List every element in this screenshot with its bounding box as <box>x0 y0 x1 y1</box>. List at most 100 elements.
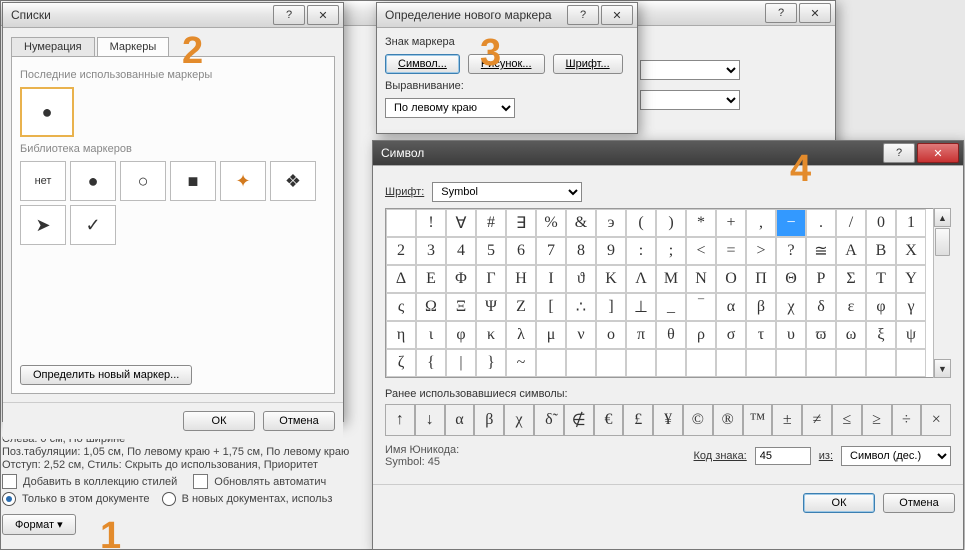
symbol-cell[interactable]: o <box>596 321 626 349</box>
auto-update-checkbox[interactable] <box>193 474 208 489</box>
symbol-cell[interactable]: ) <box>656 209 686 237</box>
recent-symbol-cell[interactable]: © <box>683 404 713 436</box>
symbol-cell[interactable]: э <box>596 209 626 237</box>
scroll-down-icon[interactable]: ▼ <box>934 359 951 378</box>
symbol-grid[interactable]: !∀#∃%&э()*+,−./0123456789:;<=>?≅ABXΔEΦΓH… <box>385 208 951 378</box>
symbol-cell[interactable]: Ω <box>416 293 446 321</box>
symbol-cell[interactable]: Δ <box>386 265 416 293</box>
symbol-cell[interactable]: [ <box>536 293 566 321</box>
close-icon[interactable]: ✕ <box>307 5 339 25</box>
symbol-cell[interactable]: φ <box>866 293 896 321</box>
bullet-circle[interactable]: ○ <box>120 161 166 201</box>
help-icon[interactable]: ? <box>567 5 599 25</box>
bullet-check[interactable]: ✓ <box>70 205 116 245</box>
symbol-cell[interactable]: β <box>746 293 776 321</box>
symbol-cell[interactable]: κ <box>476 321 506 349</box>
font-select[interactable]: Symbol <box>432 182 582 202</box>
symbol-cell[interactable]: ζ <box>386 349 416 377</box>
symbol-cell[interactable] <box>806 349 836 377</box>
symbol-cell[interactable] <box>836 349 866 377</box>
bg-select-2[interactable] <box>640 90 740 110</box>
symbol-cell[interactable] <box>866 349 896 377</box>
symbol-cell[interactable]: ? <box>776 237 806 265</box>
symbol-cell[interactable] <box>386 209 416 237</box>
symbol-cell[interactable]: ( <box>626 209 656 237</box>
symbol-cell[interactable]: Z <box>506 293 536 321</box>
recent-symbol-cell[interactable]: ∉ <box>564 404 594 436</box>
tab-bullets[interactable]: Маркеры <box>97 37 170 57</box>
bullet-none[interactable]: нет <box>20 161 66 201</box>
symbol-cell[interactable]: 9 <box>596 237 626 265</box>
symbol-cell[interactable]: Σ <box>836 265 866 293</box>
recent-symbol-cell[interactable]: £ <box>623 404 653 436</box>
ok-button[interactable]: ОК <box>803 493 875 513</box>
symbol-cell[interactable] <box>776 349 806 377</box>
close-icon[interactable]: ✕ <box>799 3 831 23</box>
from-select[interactable]: Символ (дес.) <box>841 446 951 466</box>
symbol-cell[interactable]: 7 <box>536 237 566 265</box>
symbol-cell[interactable]: ε <box>836 293 866 321</box>
symbol-cell[interactable]: θ <box>656 321 686 349</box>
symbol-cell[interactable]: ; <box>656 237 686 265</box>
symbol-cell[interactable]: − <box>776 209 806 237</box>
symbol-cell[interactable] <box>746 349 776 377</box>
symbol-cell[interactable]: . <box>806 209 836 237</box>
symbol-button[interactable]: Символ... <box>385 54 460 74</box>
help-icon[interactable]: ? <box>883 143 915 163</box>
symbol-cell[interactable]: Φ <box>446 265 476 293</box>
new-docs-radio[interactable] <box>162 492 176 506</box>
bullet-square[interactable]: ■ <box>170 161 216 201</box>
symbol-cell[interactable]: 1 <box>896 209 926 237</box>
symbol-cell[interactable]: A <box>836 237 866 265</box>
symbol-cell[interactable]: & <box>566 209 596 237</box>
recent-bullet[interactable]: ● <box>20 87 74 137</box>
symbol-cell[interactable]: 6 <box>506 237 536 265</box>
symbol-cell[interactable]: | <box>446 349 476 377</box>
recent-symbol-cell[interactable]: ® <box>713 404 743 436</box>
symbol-cell[interactable]: 2 <box>386 237 416 265</box>
symbol-cell[interactable]: } <box>476 349 506 377</box>
recent-symbol-cell[interactable]: ≥ <box>862 404 892 436</box>
bullet-4diamond[interactable]: ✦ <box>220 161 266 201</box>
symbol-cell[interactable]: τ <box>746 321 776 349</box>
help-icon[interactable]: ? <box>273 5 305 25</box>
close-icon[interactable]: ✕ <box>917 143 959 163</box>
symbol-cell[interactable]: Ψ <box>476 293 506 321</box>
symbol-cell[interactable]: P <box>806 265 836 293</box>
symbol-cell[interactable]: η <box>386 321 416 349</box>
symbol-cell[interactable]: O <box>716 265 746 293</box>
symbol-cell[interactable]: γ <box>896 293 926 321</box>
symbol-cell[interactable] <box>536 349 566 377</box>
symbol-cell[interactable]: T <box>866 265 896 293</box>
symbol-cell[interactable]: ς <box>386 293 416 321</box>
symbol-cell[interactable] <box>716 349 746 377</box>
recent-symbol-cell[interactable]: € <box>594 404 624 436</box>
symbol-cell[interactable]: ∃ <box>506 209 536 237</box>
recent-symbol-cell[interactable]: × <box>921 404 951 436</box>
recent-symbol-cell[interactable]: χ <box>504 404 534 436</box>
cancel-button[interactable]: Отмена <box>263 411 335 431</box>
symbol-cell[interactable]: ⊥ <box>626 293 656 321</box>
symbol-cell[interactable]: % <box>536 209 566 237</box>
add-to-styles-checkbox[interactable] <box>2 474 17 489</box>
symbol-cell[interactable]: π <box>626 321 656 349</box>
recent-symbol-cell[interactable]: ™ <box>743 404 773 436</box>
symbol-cell[interactable]: φ <box>446 321 476 349</box>
ok-button[interactable]: ОК <box>183 411 255 431</box>
symbol-cell[interactable]: > <box>746 237 776 265</box>
symbol-cell[interactable]: X <box>896 237 926 265</box>
bullet-arrow[interactable]: ➤ <box>20 205 66 245</box>
define-new-bullet-button[interactable]: Определить новый маркер... <box>20 365 192 385</box>
symbol-cell[interactable]: ξ <box>866 321 896 349</box>
symbol-cell[interactable]: Y <box>896 265 926 293</box>
symbol-cell[interactable]: δ <box>806 293 836 321</box>
recent-symbol-cell[interactable]: ≤ <box>832 404 862 436</box>
symbol-cell[interactable]: * <box>686 209 716 237</box>
symbol-cell[interactable]: ν <box>566 321 596 349</box>
scroll-thumb[interactable] <box>935 228 950 256</box>
symbol-cell[interactable] <box>626 349 656 377</box>
recent-symbol-cell[interactable]: ↑ <box>385 404 415 436</box>
recent-symbol-cell[interactable]: ¥ <box>653 404 683 436</box>
symbol-cell[interactable]: 5 <box>476 237 506 265</box>
symbol-cell[interactable]: ‾ <box>686 293 716 321</box>
